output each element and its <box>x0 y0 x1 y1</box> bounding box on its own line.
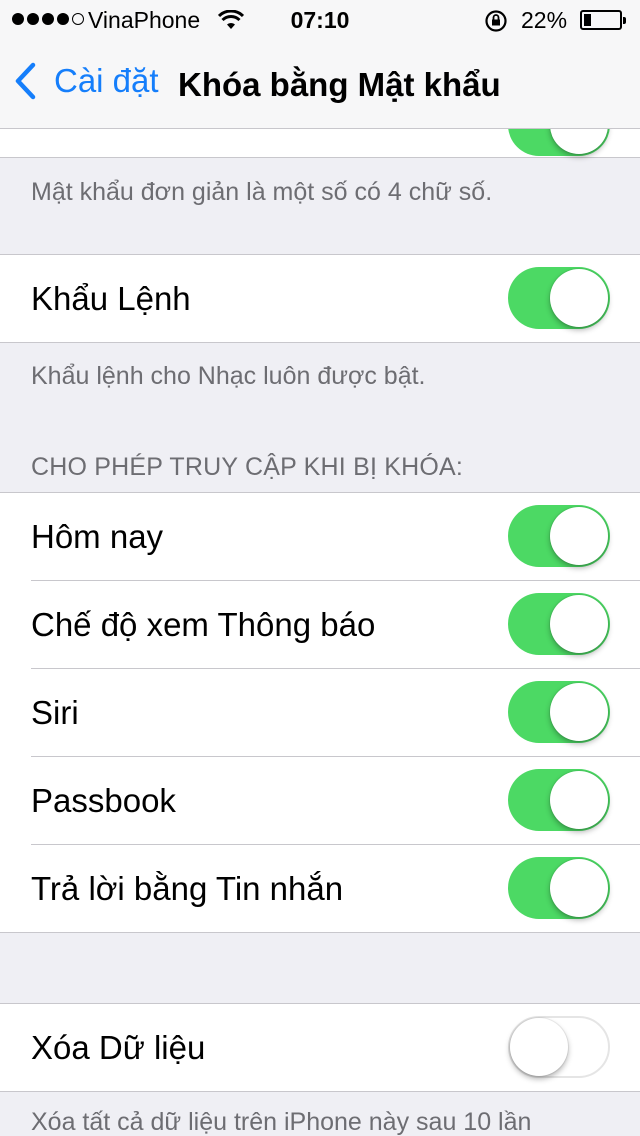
row-label-today: Hôm nay <box>31 518 164 555</box>
row-label-notifications: Chế độ xem Thông báo <box>31 606 376 643</box>
voice-dial-group: Khẩu Lệnh <box>0 254 640 343</box>
passbook-toggle[interactable] <box>508 769 610 831</box>
screen: VinaPhone 07:10 22% Cài đặt Khóa bằng Mậ… <box>0 0 640 1136</box>
locked-access-row-passbook[interactable]: Passbook <box>0 757 640 844</box>
locked-access-row-notifications[interactable]: Chế độ xem Thông báo <box>0 581 640 668</box>
locked-access-row-today[interactable]: Hôm nay <box>0 493 640 580</box>
locked-access-row-siri[interactable]: Siri <box>0 669 640 756</box>
row-label-passbook: Passbook <box>31 782 176 819</box>
reply-with-message-toggle[interactable] <box>508 857 610 919</box>
voice-dial-toggle[interactable] <box>508 267 610 329</box>
locked-access-group: Hôm nay Chế độ xem Thông báo Siri Passbo… <box>0 492 640 933</box>
page-title: Khóa bằng Mật khẩu <box>178 66 501 103</box>
erase-data-group: Xóa Dữ liệu <box>0 1003 640 1092</box>
voice-dial-row[interactable]: Khẩu Lệnh <box>0 255 640 342</box>
erase-data-footer: Xóa tất cả dữ liệu trên iPhone này sau 1… <box>31 1108 532 1136</box>
back-button[interactable]: Cài đặt <box>14 62 159 100</box>
notifications-view-toggle[interactable] <box>508 593 610 655</box>
simple-passcode-footer: Mật khẩu đơn giản là một số có 4 chữ số. <box>31 178 493 206</box>
chevron-left-icon <box>15 62 36 100</box>
siri-toggle[interactable] <box>508 681 610 743</box>
erase-data-row[interactable]: Xóa Dữ liệu <box>0 1004 640 1091</box>
locked-access-row-reply-message[interactable]: Trả lời bằng Tin nhắn <box>0 845 640 932</box>
battery-icon <box>580 10 626 30</box>
battery-percent: 22% <box>521 7 568 33</box>
erase-data-toggle[interactable] <box>508 1016 610 1078</box>
status-bar: VinaPhone 07:10 22% <box>0 0 640 40</box>
locked-access-header: CHO PHÉP TRUY CẬP KHI BỊ KHÓA: <box>31 453 464 481</box>
row-label-siri: Siri <box>31 694 79 731</box>
erase-data-label: Xóa Dữ liệu <box>31 1029 206 1066</box>
voice-dial-label: Khẩu Lệnh <box>31 280 191 317</box>
row-label-reply-message: Trả lời bằng Tin nhắn <box>31 870 344 907</box>
navigation-bar: Cài đặt Khóa bằng Mật khẩu <box>0 40 640 129</box>
back-button-label: Cài đặt <box>54 62 159 99</box>
rotation-lock-icon <box>484 9 508 38</box>
today-toggle[interactable] <box>508 505 610 567</box>
voice-dial-footer: Khẩu lệnh cho Nhạc luôn được bật. <box>31 362 426 390</box>
